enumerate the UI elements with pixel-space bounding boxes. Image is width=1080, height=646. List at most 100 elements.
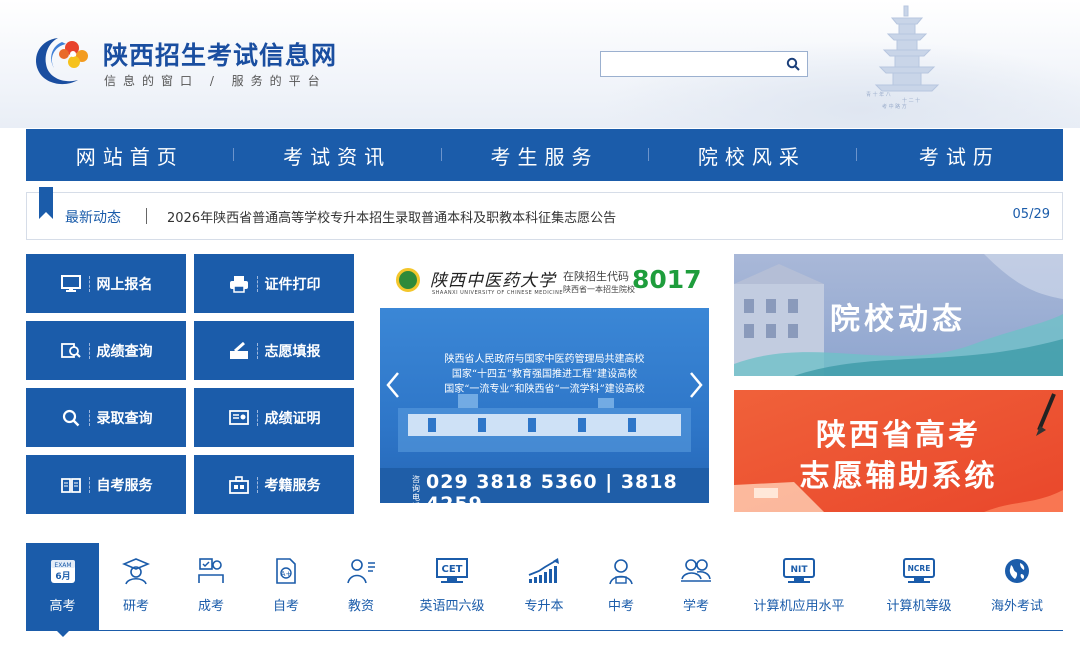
tab-ncre[interactable]: NCRE 计算机等级 [876,543,962,631]
calendar-badge-bottom: 6月 [55,571,70,582]
tab-label: 学考 [682,599,709,614]
service-tile-student-record[interactable]: 考籍服务 [194,455,354,514]
adult-exam-icon [193,553,229,589]
tab-label: 自考 [272,599,299,614]
certificate-icon [228,407,250,429]
banner-university-name-en: SHAANXI UNIVERSITY OF CHINESE MEDICINE [432,290,564,296]
nav-item-exam-calendar[interactable]: 考试历 [855,141,1063,170]
tab-label: 计算机应用水平 [753,599,845,614]
pagoda-illustration: 青 十 年 八 十 二 十 考 中 路 方 [866,5,940,110]
banner-line: 国家“一流专业”和陕西省“一流学科”建设高校 [444,384,645,395]
tab-label: 计算机等级 [886,599,952,614]
banner-prev-arrow-icon[interactable] [384,370,402,400]
nav-item-colleges[interactable]: 院校风采 [648,141,855,170]
tab-adult-exam[interactable]: 成考 [181,543,241,631]
tab-label: 成考 [197,599,224,614]
banner-code-label: 在陕招生代码 [563,270,629,283]
volunteer-system-title-line1: 陕西省高考 [816,418,981,453]
ncre-icon: NCRE [901,553,937,589]
nit-badge-text: NIT [790,565,808,575]
service-tile-score-certificate[interactable]: 成绩证明 [194,388,354,447]
tab-overseas-exam[interactable]: 海外考试 [982,543,1052,631]
site-logo-icon [36,38,88,85]
banner-phone-tag: 咨询电话 [412,475,424,503]
monitor-icon [60,273,82,295]
calendar-badge-top: EXAM [54,562,71,569]
tab-label: 高考 [49,599,76,614]
latest-news-headline[interactable]: 2026年陕西省普通高等学校专升本招生录取普通本科及职教本科征集志愿公告 [167,207,616,226]
volunteer-system-title-line2: 志愿辅助系统 [799,459,998,494]
tab-cet[interactable]: CET 英语四六级 [411,543,493,631]
tab-xuekao[interactable]: 学考 [666,543,726,631]
university-logo-icon [396,268,420,292]
banner-line: 国家“十四五”教育强国推进工程”建设高校 [451,369,638,380]
latest-news-bar: 最新动态 2026年陕西省普通高等学校专升本招生录取普通本科及职教本科征集志愿公… [26,187,1063,240]
svg-text:十 二 十: 十 二 十 [902,97,920,104]
growth-chart-icon [526,553,562,589]
student-icon [603,553,639,589]
banner-code-sublabel: 陕西省一本招生院校 [563,285,635,294]
university-banner[interactable]: 陕西中医药大学 SHAANXI UNIVERSITY OF CHINESE ME… [380,254,709,503]
briefcase-icon [228,474,250,496]
globe-icon [999,553,1035,589]
nit-icon: NIT [781,553,817,589]
tab-gaokao[interactable]: EXAM 6月 高考 [26,543,99,637]
tab-teacher-cert[interactable]: 教资 [331,543,391,631]
banner-university-name: 陕西中医药大学 [430,271,556,291]
site-title: 陕西招生考试信息网 [103,41,338,70]
latest-news-label: 最新动态 [65,210,121,226]
service-label: 成绩证明 [264,410,321,427]
service-label: 考籍服务 [264,477,321,494]
open-book-icon [60,474,82,496]
site-slogan: 信息的窗口 / 服务的平台 [104,74,327,88]
search-input[interactable] [601,52,779,76]
calendar-icon: EXAM 6月 [45,553,81,589]
service-label: 志愿填报 [264,343,321,360]
tab-zhongkao[interactable]: 中考 [591,543,651,631]
self-study-icon: A+ [268,553,304,589]
search-icon [60,407,82,429]
ncre-badge-text: NCRE [908,564,931,573]
campus-building-illustration [398,394,691,452]
service-tile-online-registration[interactable]: 网上报名 [26,254,186,313]
tab-nit[interactable]: NIT 计算机应用水平 [748,543,850,631]
cet-badge-text: CET [442,564,463,575]
latest-news-date: 05/29 [1012,207,1050,222]
site-header: 青 十 年 八 十 二 十 考 中 路 方 陕西招生考试信息网 信息的窗口 / … [0,0,1080,128]
service-label: 成绩查询 [96,343,153,360]
banner-next-arrow-icon[interactable] [687,370,705,400]
banner-header: 陕西中医药大学 SHAANXI UNIVERSITY OF CHINESE ME… [380,254,709,308]
gaokao-volunteer-system-card[interactable]: 陕西省高考 志愿辅助系统 [734,390,1063,512]
service-tile-certificate-print[interactable]: 证件打印 [194,254,354,313]
service-label: 录取查询 [96,410,153,427]
service-tile-admission-query[interactable]: 录取查询 [26,388,186,447]
service-label: 自考服务 [96,477,153,494]
cet-icon: CET [434,553,470,589]
service-label: 网上报名 [96,276,153,293]
main-nav: 网站首页 考试资讯 考生服务 院校风采 考试历 [26,129,1063,181]
group-icon [678,553,714,589]
tab-label: 英语四六级 [419,599,485,614]
search-button[interactable] [779,52,807,76]
tab-label: 教资 [347,599,374,614]
service-tile-application-fill[interactable]: 志愿填报 [194,321,354,380]
search-box [600,51,808,77]
svg-text:A+: A+ [281,570,292,578]
tab-upgrade-bachelor[interactable]: 专升本 [511,543,577,631]
teacher-icon [343,553,379,589]
service-tile-self-study[interactable]: 自考服务 [26,455,186,514]
printer-icon [228,273,250,295]
score-search-icon [60,340,82,362]
svg-text:青 十 年 八: 青 十 年 八 [866,91,891,98]
banner-phone-numbers: 029 3818 5360 | 3818 4259 [426,471,678,503]
nav-item-candidate-service[interactable]: 考生服务 [440,141,648,170]
nav-item-home[interactable]: 网站首页 [26,141,233,170]
exam-category-tabs: EXAM 6月 高考 研考 成考 A+ 自考 教资 CET 英语四六级 专升本 … [26,543,1063,637]
tab-self-study[interactable]: A+ 自考 [256,543,316,631]
service-tile-score-query[interactable]: 成绩查询 [26,321,186,380]
nav-item-exam-news[interactable]: 考试资讯 [233,141,440,170]
college-news-card[interactable]: 院校动态 [734,254,1063,376]
tab-postgraduate[interactable]: 研考 [106,543,166,631]
banner-phone-tag-text: 咨询电话 [412,475,420,503]
pen-form-icon [228,340,250,362]
